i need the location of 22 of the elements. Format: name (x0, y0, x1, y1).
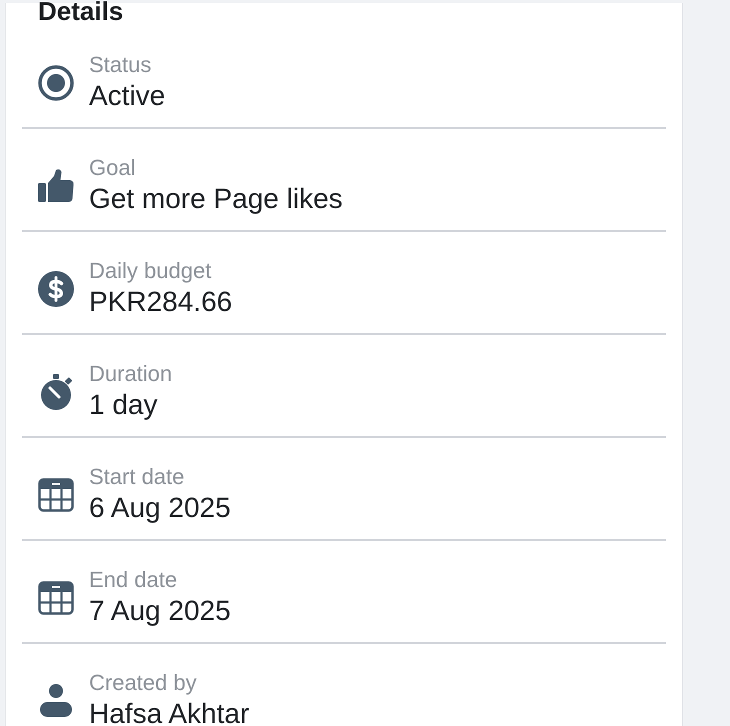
detail-value: Get more Page likes (89, 182, 343, 216)
detail-value: Hafsa Akhtar (89, 697, 250, 726)
detail-label: Duration (89, 361, 172, 387)
detail-value: 1 day (89, 388, 158, 422)
detail-value: Active (89, 79, 166, 113)
detail-label: Start date (89, 464, 186, 490)
detail-value: 6 Aug 2025 (89, 491, 231, 525)
stopwatch-icon (38, 374, 74, 410)
circle-dot-icon (38, 65, 74, 101)
calendar-icon (38, 580, 74, 616)
detail-label: Daily budget (89, 258, 212, 284)
dollar-icon (38, 271, 74, 307)
detail-label: End date (89, 567, 178, 593)
detail-label: Status (89, 52, 152, 78)
detail-label: Goal (89, 155, 136, 181)
detail-label: Created by (89, 670, 198, 696)
calendar-icon (38, 477, 74, 513)
thumbs-up-icon (38, 168, 74, 204)
section-heading: Details (37, 0, 124, 23)
detail-value: 7 Aug 2025 (89, 594, 231, 628)
detail-value: PKR284.66 (89, 285, 232, 319)
person-icon (38, 683, 74, 719)
